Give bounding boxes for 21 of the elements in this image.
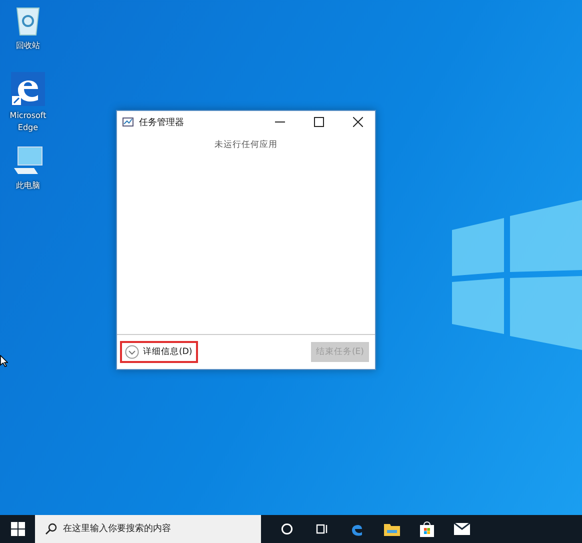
task-view-icon — [316, 523, 328, 535]
details-button[interactable]: 详细信息(D) — [120, 341, 198, 363]
search-field[interactable]: 在这里输入你要搜索的内容 — [35, 515, 261, 543]
windows-icon — [10, 522, 24, 536]
chevron-icon — [125, 345, 139, 359]
mouse-cursor-icon — [0, 355, 8, 367]
shopping-bag-icon — [420, 521, 434, 537]
search-icon — [45, 523, 57, 535]
desktop-icon-label[interactable]: 此电脑 — [6, 180, 50, 192]
app-icon — [122, 116, 134, 128]
edge-icon[interactable] — [11, 72, 45, 106]
desktop-icon-label[interactable]: 回收站 — [6, 40, 50, 52]
envelope-icon — [454, 523, 470, 535]
close-icon — [353, 117, 363, 127]
circle-icon — [280, 523, 292, 535]
folder-icon — [384, 522, 400, 536]
maximize-icon — [314, 117, 324, 127]
computer-icon[interactable] — [12, 146, 44, 176]
empty-message: 未运行任何应用 — [214, 139, 278, 151]
desktop-icon-label[interactable]: Microsoft Edge — [6, 110, 50, 134]
window-title: 任务管理器 — [139, 116, 184, 128]
